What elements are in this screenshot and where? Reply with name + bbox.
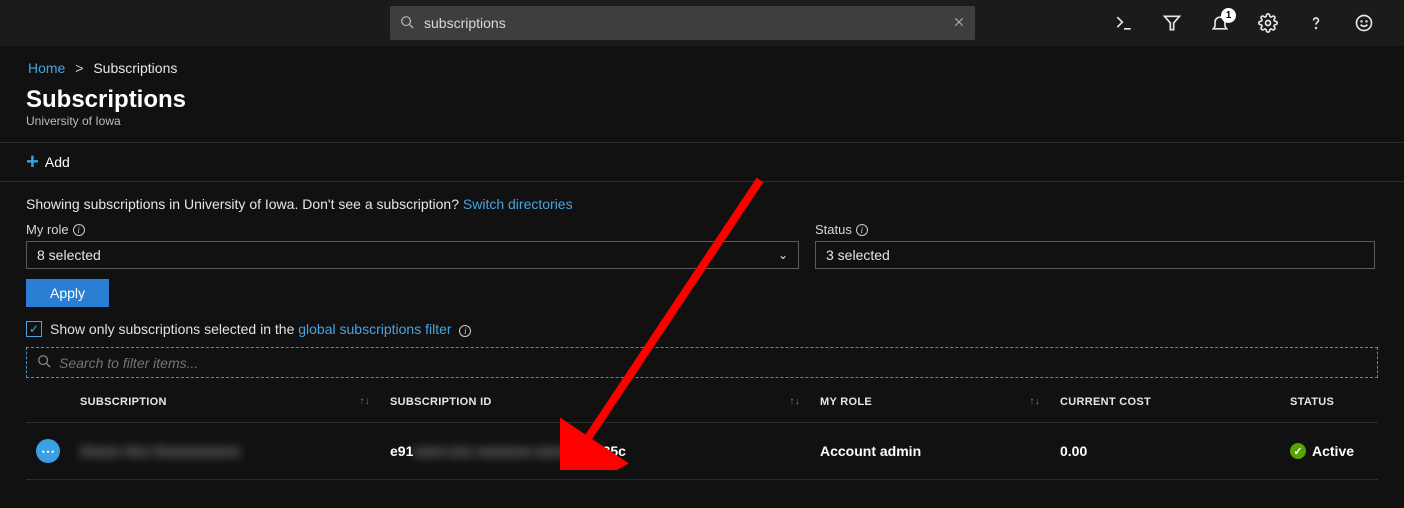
top-bar: 1 <box>0 0 1404 46</box>
info-icon[interactable]: i <box>856 224 868 236</box>
chevron-down-icon: ⌄ <box>778 248 788 262</box>
check-icon: ✓ <box>1290 443 1306 459</box>
cloud-shell-button[interactable] <box>1100 0 1148 46</box>
plus-icon: + <box>26 151 39 173</box>
settings-button[interactable] <box>1244 0 1292 46</box>
page-header: Subscriptions University of Iowa <box>0 76 1404 128</box>
subscription-id-suffix: 85c <box>603 443 626 459</box>
breadcrumb-current: Subscriptions <box>93 60 177 76</box>
role-select[interactable]: 8 selected ⌄ <box>26 241 799 269</box>
subscription-name-redacted: Xxxxx Xxx Xxxxxxxxxxx <box>80 443 240 459</box>
topbar-actions: 1 <box>1100 0 1388 46</box>
info-icon[interactable]: i <box>73 224 85 236</box>
clear-search-icon[interactable] <box>953 16 965 31</box>
col-menu <box>26 382 70 423</box>
role-filter-label: My role i <box>26 222 799 237</box>
col-subscription[interactable]: SUBSCRIPTION <box>70 382 380 423</box>
portal-filter-button[interactable] <box>1148 0 1196 46</box>
global-filter-checkbox-row: ✓ Show only subscriptions selected in th… <box>26 321 1378 337</box>
col-status[interactable]: STATUS <box>1280 382 1378 423</box>
subscription-id-redacted: xxxx-xxx xxxxxxx-xxxx-xxxx <box>413 443 602 459</box>
filter-row: My role i 8 selected ⌄ Status i 3 select… <box>26 222 1378 269</box>
breadcrumb-separator: > <box>75 60 83 76</box>
col-my-role[interactable]: MY ROLE <box>810 382 1050 423</box>
help-button[interactable] <box>1292 0 1340 46</box>
notification-badge: 1 <box>1221 8 1236 23</box>
subscription-id-prefix: e91 <box>390 443 413 459</box>
role-filter-label-text: My role <box>26 222 69 237</box>
directory-info: Showing subscriptions in University of I… <box>26 196 1378 212</box>
apply-button[interactable]: Apply <box>26 279 109 307</box>
switch-directories-link[interactable]: Switch directories <box>463 196 573 212</box>
row-cost: 0.00 <box>1050 423 1280 480</box>
role-select-value: 8 selected <box>37 247 101 263</box>
feedback-button[interactable] <box>1340 0 1388 46</box>
global-search-input[interactable] <box>424 15 953 31</box>
breadcrumb-home[interactable]: Home <box>28 60 65 76</box>
page-title: Subscriptions <box>26 86 1378 114</box>
search-icon <box>400 15 414 32</box>
status-badge: ✓ Active <box>1290 443 1368 459</box>
subscriptions-table: SUBSCRIPTION SUBSCRIPTION ID MY ROLE CUR… <box>26 382 1378 480</box>
command-bar: + Add <box>0 142 1404 182</box>
col-subscription-id[interactable]: SUBSCRIPTION ID <box>380 382 810 423</box>
content-area: Showing subscriptions in University of I… <box>0 182 1404 480</box>
status-filter-label-text: Status <box>815 222 852 237</box>
grid-filter-input[interactable] <box>59 355 1367 371</box>
status-select[interactable]: 3 selected <box>815 241 1375 269</box>
row-role: Account admin <box>810 423 1050 480</box>
directory-info-text: Showing subscriptions in University of I… <box>26 196 463 212</box>
add-button[interactable]: + Add <box>26 151 70 173</box>
grid-filter[interactable] <box>26 347 1378 378</box>
table-row[interactable]: ⋯ Xxxxx Xxx Xxxxxxxxxxx e91xxxx-xxx xxxx… <box>26 423 1378 480</box>
info-icon[interactable]: i <box>459 325 471 337</box>
checkbox-label-text: Show only subscriptions selected in the <box>50 321 298 337</box>
add-button-label: Add <box>45 154 70 170</box>
row-menu-button[interactable]: ⋯ <box>36 439 60 463</box>
global-filter-checkbox[interactable]: ✓ <box>26 321 42 337</box>
page-subtitle: University of Iowa <box>26 114 1378 128</box>
status-filter: Status i 3 selected <box>815 222 1375 269</box>
status-filter-label: Status i <box>815 222 1375 237</box>
breadcrumb: Home > Subscriptions <box>0 46 1404 76</box>
search-icon <box>37 354 51 371</box>
global-subscriptions-filter-link[interactable]: global subscriptions filter <box>298 321 451 337</box>
role-filter: My role i 8 selected ⌄ <box>26 222 799 269</box>
row-status: Active <box>1312 443 1354 459</box>
global-search[interactable] <box>390 6 975 40</box>
notifications-button[interactable]: 1 <box>1196 0 1244 46</box>
status-select-value: 3 selected <box>826 247 890 263</box>
col-current-cost[interactable]: CURRENT COST <box>1050 382 1280 423</box>
